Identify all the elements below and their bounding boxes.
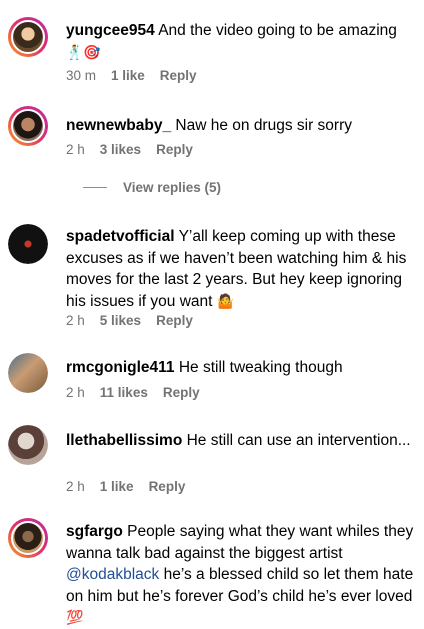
comment-username[interactable]: sgfargo xyxy=(66,523,123,540)
likes-count[interactable]: 3 likes xyxy=(100,142,141,157)
comment-text: newnewbaby_ Naw he on drugs sir sorry xyxy=(66,115,418,137)
divider-line xyxy=(83,187,107,188)
comment-meta: 2 h 11 likes Reply xyxy=(66,385,200,400)
comment-time: 2 h xyxy=(66,479,85,494)
comment-meta: 2 h 3 likes Reply xyxy=(66,142,193,157)
avatar[interactable] xyxy=(8,17,48,57)
comment-meta: 2 h 1 like Reply xyxy=(66,479,185,494)
comment-time: 2 h xyxy=(66,385,85,400)
comment-meta: 30 m 1 like Reply xyxy=(66,68,197,83)
comment-body: He still can use an intervention... xyxy=(186,432,411,449)
emoji: 🤷 xyxy=(216,292,235,309)
avatar[interactable] xyxy=(8,518,48,558)
comment-body: And the video going to be amazing xyxy=(158,22,397,39)
comment-username[interactable]: yungcee954 xyxy=(66,22,155,39)
reply-button[interactable]: Reply xyxy=(149,479,186,494)
likes-count[interactable]: 1 like xyxy=(100,479,134,494)
avatar[interactable] xyxy=(8,353,48,393)
reply-button[interactable]: Reply xyxy=(156,142,193,157)
comment-time: 2 h xyxy=(66,313,85,328)
comment-text: sgfargo People saying what they want whi… xyxy=(66,521,418,629)
comment-username[interactable]: newnewbaby_ xyxy=(66,117,171,134)
avatar[interactable] xyxy=(8,425,48,465)
comment-text: yungcee954 And the video going to be ama… xyxy=(66,20,418,63)
comment-body: Naw he on drugs sir sorry xyxy=(175,117,352,134)
comment-meta: 2 h 5 likes Reply xyxy=(66,313,193,328)
reply-button[interactable]: Reply xyxy=(163,385,200,400)
avatar[interactable] xyxy=(8,224,48,264)
avatar[interactable] xyxy=(8,106,48,146)
mention-link[interactable]: @kodakblack xyxy=(66,566,159,583)
comment-text: spadetvofficial Y’all keep coming up wit… xyxy=(66,226,418,312)
view-replies-button[interactable]: View replies (5) xyxy=(83,180,221,195)
comment-username[interactable]: rmcgonigle411 xyxy=(66,359,175,376)
comment-body: He still tweaking though xyxy=(178,359,343,376)
likes-count[interactable]: 11 likes xyxy=(100,385,148,400)
comment-username[interactable]: spadetvofficial xyxy=(66,228,175,245)
reply-button[interactable]: Reply xyxy=(160,68,197,83)
comment-time: 2 h xyxy=(66,142,85,157)
emoji: 🕺🎯 xyxy=(66,43,101,60)
comment-text: llethabellissimo He still can use an int… xyxy=(66,430,418,452)
comment-text: rmcgonigle411 He still tweaking though xyxy=(66,357,418,379)
reply-button[interactable]: Reply xyxy=(156,313,193,328)
likes-count[interactable]: 1 like xyxy=(111,68,145,83)
likes-count[interactable]: 5 likes xyxy=(100,313,141,328)
comment-time: 30 m xyxy=(66,68,97,83)
view-replies-label: View replies (5) xyxy=(123,180,222,195)
emoji: 💯 xyxy=(66,609,84,625)
comment-username[interactable]: llethabellissimo xyxy=(66,432,182,449)
